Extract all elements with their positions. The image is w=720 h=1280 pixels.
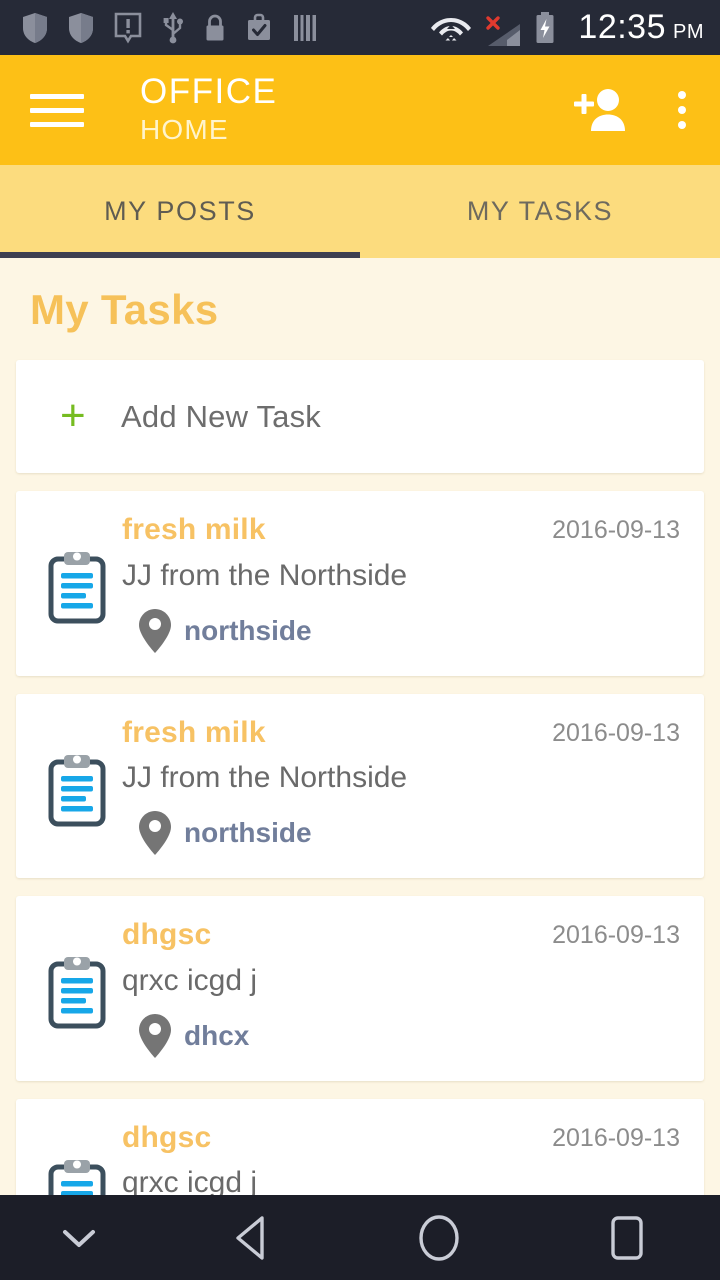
task-location: northside <box>122 608 680 654</box>
shield-icon <box>69 12 93 43</box>
add-person-icon[interactable] <box>572 87 628 133</box>
tab-my-tasks[interactable]: MY TASKS <box>360 165 720 258</box>
task-description: JJ from the Northside <box>122 558 408 592</box>
plus-icon: + <box>60 391 86 441</box>
add-new-task-button[interactable]: + Add New Task <box>16 360 704 473</box>
clock-time: 12:35 <box>578 8 666 46</box>
briefcase-check-icon <box>248 13 270 40</box>
hamburger-bar <box>30 93 84 99</box>
task-icon <box>38 918 116 1059</box>
status-bar: 12:35 PM <box>0 0 720 55</box>
phone-screen: 12:35 PM OFFICE HOME MY POSTS MY TASKS M… <box>0 0 720 1280</box>
task-header-row: dhgsc 2016-09-13 <box>122 918 680 953</box>
shield-icon <box>23 12 47 43</box>
recents-icon[interactable] <box>533 1210 720 1266</box>
app-bar-title: OFFICE <box>140 71 278 111</box>
location-pin-icon <box>139 1013 171 1058</box>
task-date: 2016-09-13 <box>552 718 680 747</box>
app-bar-titles: OFFICE HOME <box>140 71 572 148</box>
task-body: dhgsc2016-09-13qrxc icgd j dhcx <box>116 1121 680 1196</box>
tab-my-posts[interactable]: MY POSTS <box>0 165 360 258</box>
task-title: dhgsc <box>122 918 212 951</box>
overflow-menu-icon[interactable] <box>668 85 696 135</box>
task-title: dhgsc <box>122 1120 212 1154</box>
hamburger-bar <box>30 107 84 113</box>
page-title: My Tasks <box>30 286 219 333</box>
clipboard-icon <box>48 957 106 1029</box>
location-pin-icon <box>139 608 171 653</box>
hamburger-menu-icon[interactable] <box>30 93 84 127</box>
usb-icon <box>163 11 183 43</box>
battery-charging-icon <box>536 11 554 43</box>
task-icon <box>38 716 116 857</box>
task-card[interactable]: dhgsc 2016-09-13 qrxc icgd j dhcx <box>16 896 704 1081</box>
barcode-icon <box>294 14 316 41</box>
overflow-dot <box>678 121 686 129</box>
back-icon[interactable] <box>159 1210 346 1266</box>
app-bar: OFFICE HOME <box>0 55 720 165</box>
task-card[interactable]: dhgsc2016-09-13qrxc icgd j dhcx <box>16 1098 704 1196</box>
add-new-task-label: Add New Task <box>121 398 321 434</box>
task-body: fresh milk 2016-09-13 JJ from the Northsid… <box>116 513 680 654</box>
task-title: fresh milk <box>122 715 266 749</box>
task-header-row: fresh milk 2016-09-13 <box>122 513 680 548</box>
signal-error-icon <box>486 15 521 46</box>
task-date: 2016-09-13 <box>552 1123 680 1152</box>
task-header-row: dhgsc 2016-09-13 <box>122 1121 680 1156</box>
task-date: 2016-09-13 <box>552 921 680 949</box>
task-location-label: northside <box>184 614 312 646</box>
tab-my-tasks-label: MY TASKS <box>466 196 614 226</box>
task-location: northside <box>122 810 680 856</box>
clipboard-icon <box>48 754 106 827</box>
location-pin-icon <box>139 811 171 855</box>
task-header-row: fresh milk 2016-09-13 <box>122 716 680 751</box>
hamburger-bar <box>30 121 84 127</box>
task-location: dhcx <box>122 1013 680 1059</box>
task-icon <box>38 1121 116 1195</box>
task-body: fresh milk 2016-09-13 JJ from the Northsid… <box>116 716 680 857</box>
overflow-dot <box>678 106 686 114</box>
download-alert-icon <box>114 12 142 44</box>
task-list: fresh milk 2016-09-13 JJ from the Northsid… <box>0 491 720 1195</box>
task-location-label: dhcx <box>184 1019 250 1051</box>
tab-my-posts-label: MY POSTS <box>104 196 256 226</box>
task-card[interactable]: fresh milk 2016-09-13 JJ from the Northsid… <box>16 693 704 878</box>
hide-keyboard-icon[interactable] <box>0 1223 159 1253</box>
task-description: JJ from the Northside <box>122 761 408 794</box>
clipboard-icon <box>48 552 106 624</box>
status-bar-right-icons: 12:35 PM <box>430 8 704 48</box>
app-bar-subtitle: HOME <box>140 114 229 146</box>
task-title: fresh milk <box>122 513 266 546</box>
wifi-icon <box>431 17 472 41</box>
task-card[interactable]: fresh milk 2016-09-13 JJ from the Northsid… <box>16 491 704 676</box>
clock-ampm: PM <box>673 21 704 43</box>
task-body: dhgsc 2016-09-13 qrxc icgd j dhcx <box>116 918 680 1059</box>
task-icon <box>38 513 116 654</box>
status-bar-clock: 12:35 PM <box>578 8 704 47</box>
status-bar-left-icons <box>22 11 430 44</box>
task-description: qrxc icgd j <box>122 1166 258 1195</box>
task-location-label: northside <box>184 817 312 848</box>
app-bar-actions <box>572 85 696 135</box>
task-description: qrxc icgd j <box>122 963 258 997</box>
overflow-dot <box>678 91 686 99</box>
clipboard-icon <box>48 1159 106 1195</box>
task-date: 2016-09-13 <box>552 516 680 544</box>
content-area[interactable]: My Tasks + Add New Task fresh milk 2016-0… <box>0 258 720 1195</box>
home-icon[interactable] <box>346 1210 533 1266</box>
lock-icon <box>206 14 224 40</box>
system-navigation-bar <box>0 1195 720 1280</box>
tab-bar: MY POSTS MY TASKS <box>0 165 720 258</box>
